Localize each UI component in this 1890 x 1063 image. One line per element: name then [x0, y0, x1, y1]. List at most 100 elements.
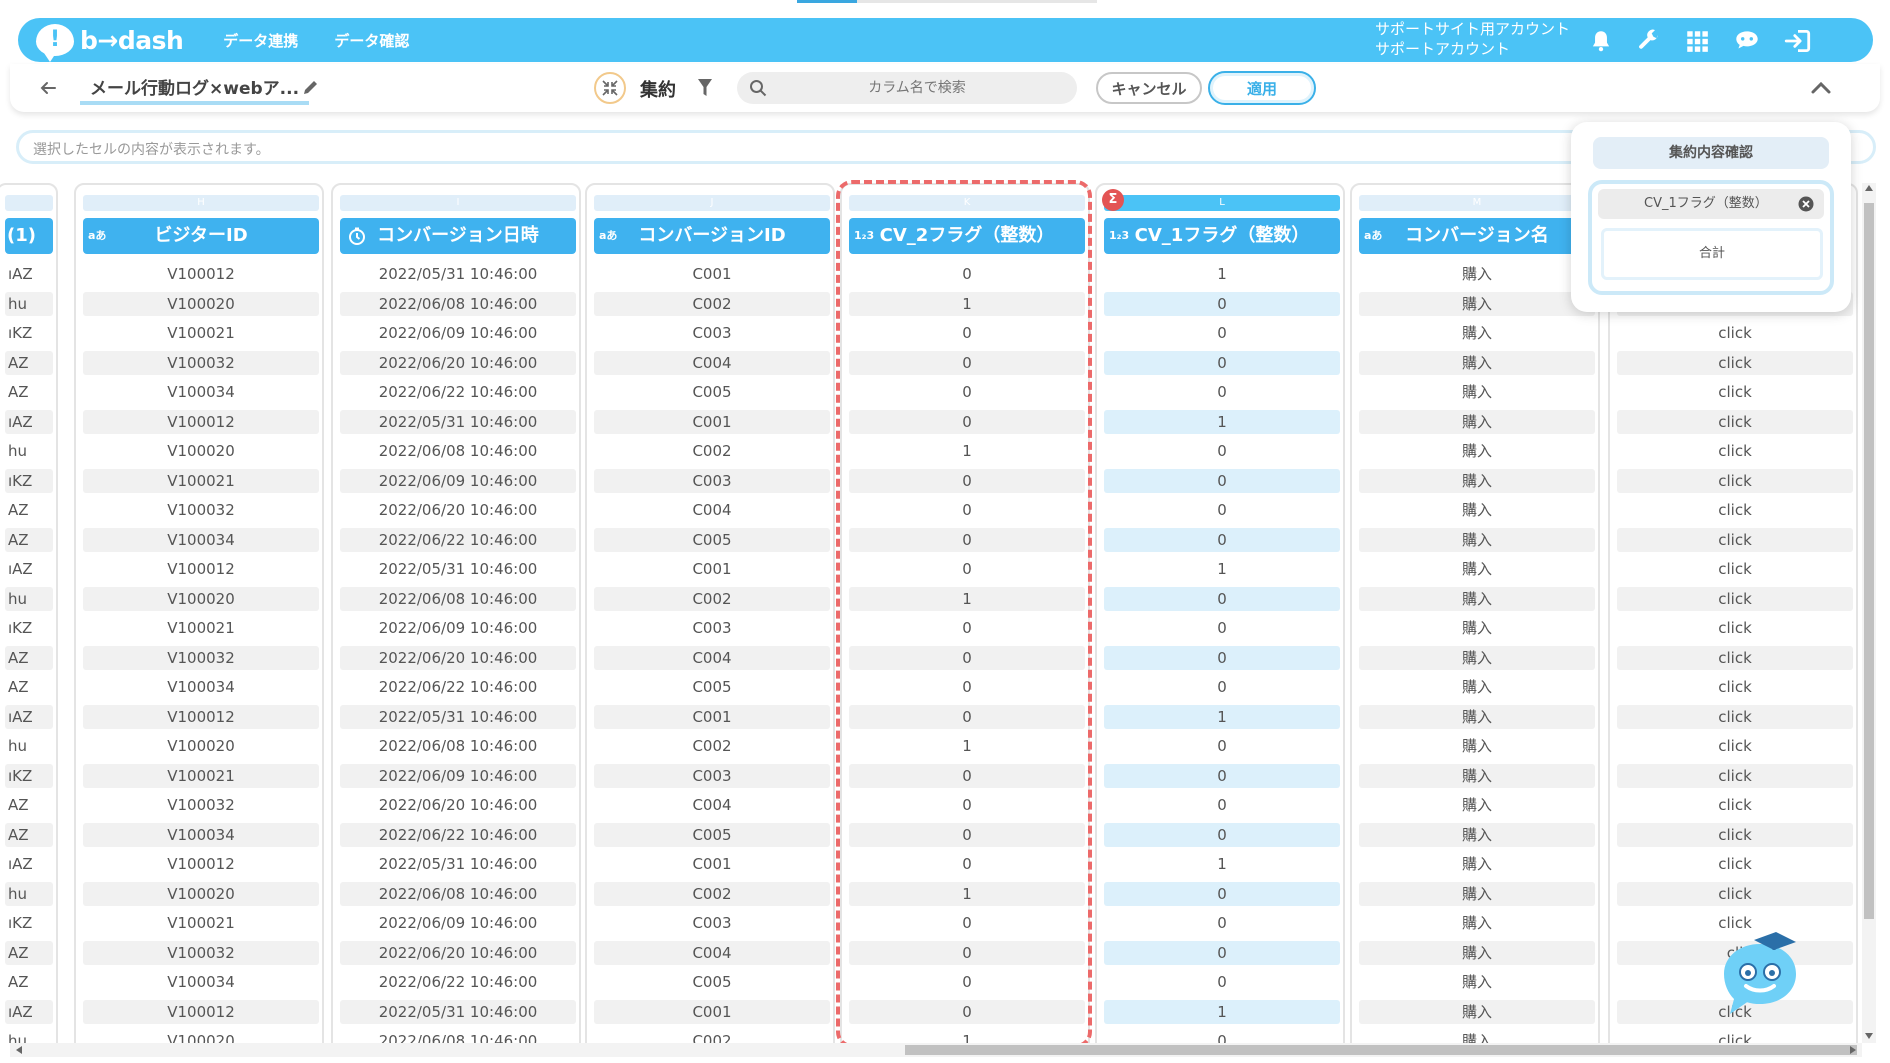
table-cell[interactable]: C003: [594, 616, 830, 640]
table-cell[interactable]: AZ: [5, 970, 53, 994]
table-cell[interactable]: click: [1617, 616, 1853, 640]
table-cell[interactable]: 0: [849, 645, 1085, 670]
pencil-edit-icon[interactable]: [302, 78, 320, 96]
table-cell[interactable]: V100032: [83, 350, 319, 375]
table-cell[interactable]: 購入: [1359, 793, 1595, 817]
table-cell[interactable]: 1: [849, 1029, 1085, 1043]
table-cell[interactable]: click: [1617, 380, 1853, 404]
table-cell[interactable]: 0: [1104, 822, 1340, 847]
table-cell[interactable]: V100012: [83, 852, 319, 876]
table-cell[interactable]: 購入: [1359, 763, 1595, 788]
table-cell[interactable]: C002: [594, 439, 830, 463]
table-cell[interactable]: 1: [1104, 852, 1340, 876]
mascot-helper-icon[interactable]: [1710, 922, 1810, 1022]
table-cell[interactable]: 0: [849, 616, 1085, 640]
scroll-left-arrow-icon[interactable]: [16, 1046, 22, 1054]
aggregate-icon[interactable]: [594, 72, 626, 104]
horizontal-scroll-thumb[interactable]: [905, 1045, 1857, 1055]
table-cell[interactable]: 0: [849, 822, 1085, 847]
back-arrow-icon[interactable]: [38, 78, 58, 98]
table-cell[interactable]: C004: [594, 498, 830, 522]
table-cell[interactable]: C004: [594, 793, 830, 817]
table-cell[interactable]: 0: [849, 704, 1085, 729]
table-cell[interactable]: 2022/06/09 10:46:00: [340, 616, 576, 640]
table-cell[interactable]: 0: [849, 970, 1085, 994]
logout-icon[interactable]: [1783, 28, 1813, 54]
table-cell[interactable]: 1: [1104, 704, 1340, 729]
table-cell[interactable]: 0: [1104, 734, 1340, 758]
table-cell[interactable]: V100034: [83, 822, 319, 847]
table-cell[interactable]: V100012: [83, 999, 319, 1024]
column-header[interactable]: コンバージョン日時: [340, 218, 576, 254]
table-cell[interactable]: click: [1617, 468, 1853, 493]
table-cell[interactable]: 0: [1104, 970, 1340, 994]
table-cell[interactable]: 2022/05/31 10:46:00: [340, 262, 576, 286]
table-cell[interactable]: V100020: [83, 586, 319, 611]
table-cell[interactable]: click: [1617, 822, 1853, 847]
table-cell[interactable]: 2022/06/08 10:46:00: [340, 881, 576, 906]
table-cell[interactable]: 0: [1104, 881, 1340, 906]
table-cell[interactable]: 0: [849, 262, 1085, 286]
table-cell[interactable]: C001: [594, 409, 830, 434]
table-cell[interactable]: C005: [594, 970, 830, 994]
column-header[interactable]: aあ コンバージョン名: [1359, 218, 1595, 254]
table-cell[interactable]: V100034: [83, 527, 319, 552]
table-cell[interactable]: 0: [1104, 1029, 1340, 1043]
table-cell[interactable]: 0: [1104, 645, 1340, 670]
table-cell[interactable]: 購入: [1359, 439, 1595, 463]
table-cell[interactable]: V100021: [83, 911, 319, 935]
cancel-button[interactable]: キャンセル: [1096, 72, 1202, 104]
close-circle-icon[interactable]: [1798, 196, 1814, 212]
table-cell[interactable]: AZ: [5, 350, 53, 375]
table-cell[interactable]: ıAZ: [5, 262, 53, 286]
table-cell[interactable]: 1: [849, 439, 1085, 463]
table-cell[interactable]: 0: [849, 321, 1085, 345]
table-cell[interactable]: AZ: [5, 380, 53, 404]
table-cell[interactable]: C002: [594, 881, 830, 906]
table-cell[interactable]: 購入: [1359, 704, 1595, 729]
table-cell[interactable]: ıAZ: [5, 999, 53, 1024]
table-cell[interactable]: 2022/06/09 10:46:00: [340, 468, 576, 493]
bdash-logo[interactable]: ! b→dash: [36, 24, 184, 62]
vertical-scrollbar[interactable]: [1862, 183, 1876, 1043]
table-cell[interactable]: 購入: [1359, 557, 1595, 581]
table-cell[interactable]: ıAZ: [5, 557, 53, 581]
table-cell[interactable]: 2022/06/22 10:46:00: [340, 380, 576, 404]
table-cell[interactable]: V100032: [83, 940, 319, 965]
table-cell[interactable]: 購入: [1359, 822, 1595, 847]
table-cell[interactable]: V100034: [83, 380, 319, 404]
table-cell[interactable]: 1: [1104, 999, 1340, 1024]
table-cell[interactable]: 2022/06/22 10:46:00: [340, 822, 576, 847]
table-cell[interactable]: 1: [1104, 262, 1340, 286]
table-cell[interactable]: C004: [594, 645, 830, 670]
column-search-box[interactable]: [737, 72, 1077, 104]
table-cell[interactable]: 購入: [1359, 468, 1595, 493]
table-cell[interactable]: 0: [1104, 616, 1340, 640]
table-cell[interactable]: 0: [849, 409, 1085, 434]
table-cell[interactable]: click: [1617, 793, 1853, 817]
table-cell[interactable]: ıAZ: [5, 704, 53, 729]
table-cell[interactable]: hu: [5, 1029, 53, 1043]
table-cell[interactable]: ıKZ: [5, 763, 53, 788]
table-cell[interactable]: AZ: [5, 675, 53, 699]
table-cell[interactable]: click: [1617, 321, 1853, 345]
table-cell[interactable]: 1: [849, 734, 1085, 758]
table-cell[interactable]: V100032: [83, 498, 319, 522]
table-cell[interactable]: click: [1617, 439, 1853, 463]
column-letter[interactable]: [5, 195, 53, 211]
table-cell[interactable]: 購入: [1359, 852, 1595, 876]
chevron-up-icon[interactable]: [1810, 78, 1832, 98]
table-cell[interactable]: V100020: [83, 291, 319, 316]
table-cell[interactable]: 0: [1104, 291, 1340, 316]
table-cell[interactable]: 2022/06/22 10:46:00: [340, 675, 576, 699]
table-cell[interactable]: V100020: [83, 734, 319, 758]
table-cell[interactable]: 0: [849, 498, 1085, 522]
table-cell[interactable]: C002: [594, 1029, 830, 1043]
table-cell[interactable]: V100021: [83, 763, 319, 788]
table-cell[interactable]: C005: [594, 380, 830, 404]
table-cell[interactable]: click: [1617, 1029, 1853, 1043]
table-cell[interactable]: 0: [849, 911, 1085, 935]
table-cell[interactable]: 0: [1104, 793, 1340, 817]
column-letter[interactable]: H: [83, 195, 319, 211]
table-cell[interactable]: click: [1617, 704, 1853, 729]
